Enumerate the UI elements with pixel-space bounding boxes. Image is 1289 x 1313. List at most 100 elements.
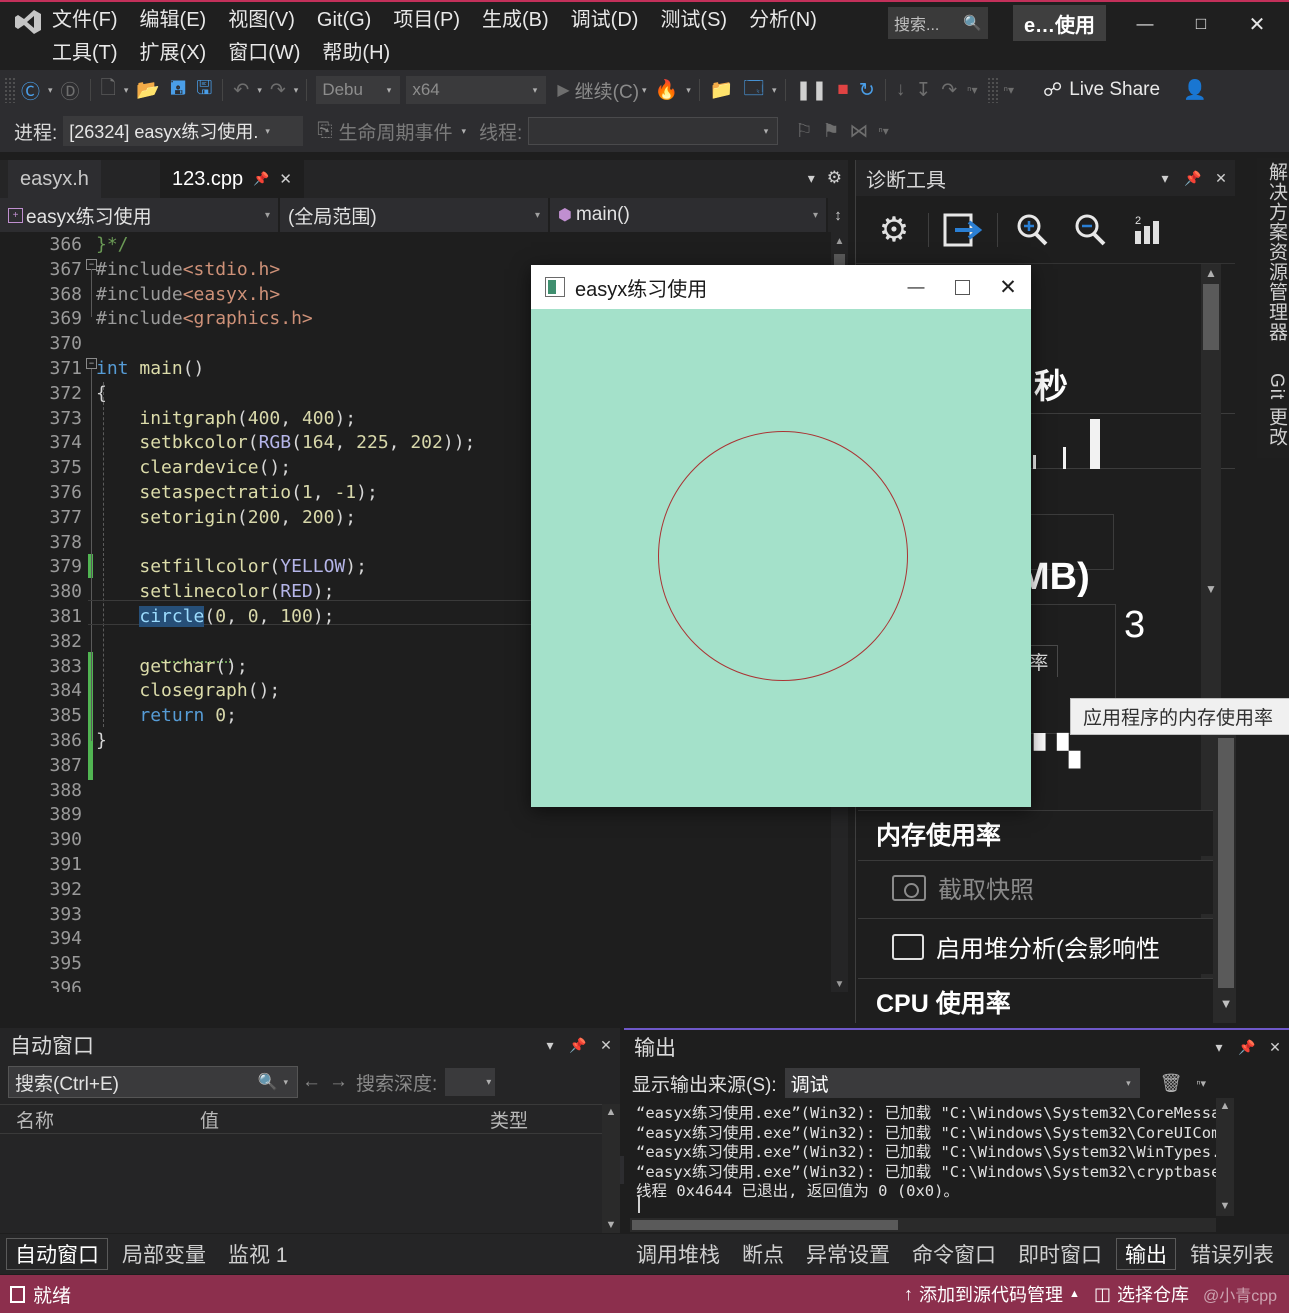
code-line[interactable]: setaspectratio(1, -1); [96, 482, 377, 503]
undo-dropdown-icon[interactable]: ▾ [254, 85, 265, 96]
gear-icon[interactable]: ⚙ [827, 168, 842, 188]
solution-configuration-dropdown[interactable]: Debu ▾ [316, 76, 401, 104]
breakpoint-flag-add-icon[interactable]: ⚑ [817, 116, 844, 146]
bottom-tab-right-5[interactable]: 输出 [1116, 1238, 1176, 1270]
zoom-in-icon[interactable] [1008, 206, 1056, 254]
autos-scroll-track[interactable] [602, 1104, 620, 1233]
code-line[interactable]: int main() [96, 358, 204, 379]
close-icon-autos[interactable]: ✕ [592, 1037, 620, 1054]
heap-profiling-row[interactable]: 启用堆分析(会影响性 [858, 918, 1213, 974]
code-line[interactable]: { [96, 383, 107, 404]
close-icon-diag[interactable]: ✕ [1207, 170, 1235, 187]
search-next-icon[interactable]: → [329, 1071, 348, 1093]
overflow-icon-3[interactable]: ⁿ▾ [873, 116, 893, 146]
menu-build[interactable]: 生成(B) [482, 5, 549, 35]
menu-view[interactable]: 视图(V) [228, 5, 295, 35]
diag-dock-scroll-down-icon[interactable]: ▼ [1216, 996, 1236, 1011]
scroll-up-arrow-icon[interactable]: ▲ [831, 236, 848, 247]
global-search-input[interactable]: 搜索... 🔍 [888, 7, 988, 39]
output-vscroll-down-icon[interactable]: ▼ [1216, 1200, 1234, 1212]
autos-search-input[interactable]: 搜索(Ctrl+E) 🔍 ▾ [8, 1066, 298, 1098]
navigate-back-dropdown-icon[interactable]: ▾ [45, 85, 56, 96]
thread-dropdown[interactable]: ▾ [528, 117, 779, 145]
stop-debug-icon[interactable]: ■ [832, 75, 853, 105]
scroll-down-arrow-icon[interactable]: ▼ [831, 979, 848, 990]
overflow-icon-2[interactable]: ⁿ▾ [999, 75, 1019, 105]
autos-scroll-up-icon[interactable]: ▲ [602, 1106, 620, 1118]
easyx-minimize-button[interactable]: — [893, 265, 939, 309]
restart-debug-icon[interactable]: ↻ [854, 75, 880, 105]
window-maximize-button[interactable]: □ [1178, 8, 1224, 40]
code-line[interactable]: setlinecolor(RED); [96, 581, 334, 602]
gear-icon-diag[interactable]: ⚙ [870, 206, 918, 254]
tab-123-cpp[interactable]: 123.cpp 📌 ✕ [160, 160, 304, 198]
zoom-out-icon[interactable] [1066, 206, 1114, 254]
redo-dropdown-icon[interactable]: ▾ [291, 85, 302, 96]
save-all-icon[interactable]: 🖫 [191, 75, 217, 105]
navigate-forward-icon[interactable]: Ⓓ [56, 75, 85, 105]
chevron-down-icon-tabs[interactable]: ▾ [808, 170, 815, 187]
undo-icon[interactable]: ↶ [228, 75, 254, 105]
menu-git[interactable]: Git(G) [317, 5, 371, 35]
autos-depth-dropdown[interactable]: ▾ [445, 1068, 496, 1096]
overflow-icon-1[interactable]: ⁿ▾ [962, 75, 982, 105]
output-vscroll-up-icon[interactable]: ▲ [1216, 1100, 1234, 1112]
continue-dropdown-icon[interactable]: ▾ [639, 85, 650, 96]
code-line[interactable]: #include<graphics.h> [96, 308, 313, 329]
tab-easyx-h[interactable]: easyx.h [8, 160, 101, 198]
diagnostic-scroll-up-icon[interactable]: ▲ [1201, 266, 1221, 280]
chevron-down-icon-autos[interactable]: ▾ [536, 1037, 564, 1054]
easyx-app-window[interactable]: easyx练习使用 — ✕ [531, 265, 1031, 807]
hot-reload-icon[interactable]: 🔥 [650, 75, 684, 105]
hot-reload-dropdown-icon[interactable]: ▾ [683, 85, 694, 96]
bottom-tab-right-1[interactable]: 断点 [734, 1238, 792, 1270]
output-vscroll-track[interactable] [1216, 1098, 1234, 1216]
chevron-down-icon-output[interactable]: ▾ [1205, 1039, 1233, 1056]
bottom-tab-right-6[interactable]: 错误列表 [1182, 1238, 1282, 1270]
menu-window[interactable]: 窗口(W) [228, 38, 300, 68]
take-snapshot-row[interactable]: 截取快照 [858, 860, 1213, 914]
bottom-tab-left-1[interactable]: 局部变量 [114, 1238, 214, 1270]
nav-project-dropdown[interactable]: + easyx练习使用 ▾ [0, 198, 280, 232]
close-icon[interactable]: ✕ [279, 170, 292, 188]
menu-analyze[interactable]: 分析(N) [749, 5, 817, 35]
breakpoint-flag-icon[interactable]: ⚐ [790, 116, 817, 146]
bottom-tab-right-2[interactable]: 异常设置 [798, 1238, 898, 1270]
code-line[interactable]: cleardevice(); [96, 457, 291, 478]
step-out-icon[interactable]: ↷ [936, 75, 962, 105]
new-item-dropdown-icon[interactable]: ▾ [121, 85, 132, 96]
output-source-dropdown[interactable]: 调试 ▾ [784, 1068, 1140, 1098]
easyx-title-bar[interactable]: easyx练习使用 — ✕ [531, 265, 1031, 309]
menu-tools[interactable]: 工具(T) [52, 38, 118, 68]
pin-icon-diag[interactable]: 📌 [1179, 170, 1207, 187]
diagnostic-scroll-thumb[interactable] [1203, 284, 1219, 350]
toolbar-grip[interactable] [4, 77, 16, 103]
output-hscroll-thumb[interactable] [632, 1220, 898, 1230]
bottom-tab-right-0[interactable]: 调用堆栈 [628, 1238, 728, 1270]
open-file-icon[interactable]: 📂 [131, 75, 165, 105]
code-line[interactable]: setorigin(200, 200); [96, 507, 356, 528]
bottom-tab-left-0[interactable]: 自动窗口 [6, 1238, 108, 1270]
nav-member-dropdown[interactable]: ⬢ main() ▾ [550, 198, 828, 232]
chevron-down-icon-diag[interactable]: ▾ [1151, 170, 1179, 187]
chart-icon[interactable]: 2 [1124, 206, 1172, 254]
search-prev-icon[interactable]: ← [302, 1071, 321, 1093]
continue-button-label[interactable]: 继续(C) [575, 77, 639, 104]
thread-switch-icon[interactable]: ⋈ [844, 116, 873, 146]
feedback-icon[interactable]: 👤 [1178, 75, 1212, 105]
redo-icon[interactable]: ↷ [265, 75, 291, 105]
open-folder-search-icon[interactable]: 📁 [705, 75, 739, 105]
code-line[interactable]: getchar(); [96, 656, 247, 677]
diag-dock-scroll-thumb[interactable] [1218, 738, 1234, 988]
code-line[interactable]: closegraph(); [96, 680, 280, 701]
window-minimize-button[interactable]: — [1122, 8, 1168, 40]
select-repository-button[interactable]: ◫ 选择仓库 [1094, 1281, 1189, 1307]
chevron-down-icon-autos-search[interactable]: ▾ [280, 1077, 291, 1088]
menu-test[interactable]: 测试(S) [660, 5, 727, 35]
sidebar-item-git-changes[interactable]: Git 更改 [1263, 373, 1289, 447]
start-debug-play-icon[interactable]: ▶ [552, 75, 574, 105]
step-over-icon[interactable]: ↧ [910, 75, 936, 105]
code-line[interactable]: #include<stdio.h> [96, 259, 280, 280]
pause-debug-icon[interactable]: ❚❚ [791, 75, 833, 105]
lifecycle-events-dropdown[interactable]: ⎘ 生命周期事件 ▾ [317, 118, 469, 145]
